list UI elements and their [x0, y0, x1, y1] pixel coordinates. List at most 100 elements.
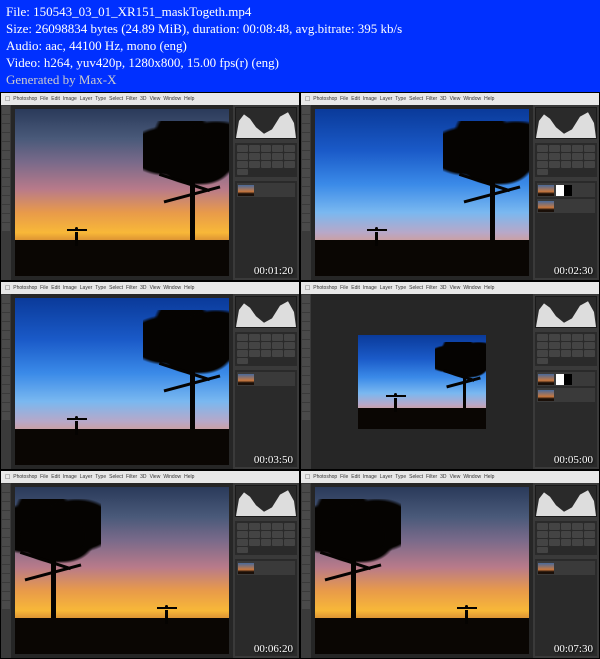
menu-item[interactable]: 3D [140, 474, 146, 480]
tool-icon[interactable] [302, 169, 310, 177]
adjustment-icon[interactable] [549, 145, 560, 152]
menu-item[interactable]: Window [463, 96, 481, 102]
adjustment-icon[interactable] [249, 523, 260, 530]
menu-item[interactable]: Select [109, 285, 123, 291]
canvas-area[interactable] [311, 105, 533, 280]
adjustment-icon[interactable] [284, 350, 295, 357]
menu-item[interactable]: File [340, 285, 348, 291]
canvas-area[interactable] [311, 483, 533, 658]
adjustment-icon[interactable] [261, 342, 272, 349]
tool-icon[interactable] [302, 331, 310, 339]
layers-panel[interactable] [235, 181, 297, 278]
adjustment-icon[interactable] [561, 531, 572, 538]
adjustment-icon[interactable] [561, 161, 572, 168]
menu-item[interactable]: Select [409, 96, 423, 102]
layer-row[interactable] [537, 561, 595, 575]
tool-icon[interactable] [2, 142, 10, 150]
tool-icon[interactable] [302, 223, 310, 231]
tool-icon[interactable] [302, 412, 310, 420]
menu-item[interactable]: Edit [51, 285, 60, 291]
adjustment-icon[interactable] [561, 523, 572, 530]
menu-item[interactable]: Window [463, 285, 481, 291]
tool-icon[interactable] [302, 511, 310, 519]
adjustment-icon[interactable] [561, 145, 572, 152]
adjustment-icon[interactable] [249, 350, 260, 357]
adjustment-icon[interactable] [537, 169, 548, 176]
adjustment-icon[interactable] [549, 350, 560, 357]
adjustment-icon[interactable] [237, 547, 248, 554]
tool-icon[interactable] [2, 295, 10, 303]
adjustment-icon[interactable] [584, 145, 595, 152]
adjustment-icon[interactable] [284, 334, 295, 341]
tool-icon[interactable] [2, 556, 10, 564]
tool-icon[interactable] [302, 538, 310, 546]
tool-icon[interactable] [2, 169, 10, 177]
tool-icon[interactable] [302, 520, 310, 528]
tool-icon[interactable] [2, 133, 10, 141]
adjustments-panel[interactable] [235, 143, 297, 177]
menu-item[interactable]: Window [463, 474, 481, 480]
tool-icon[interactable] [2, 511, 10, 519]
canvas-area[interactable] [11, 294, 233, 469]
menu-item[interactable]: Image [363, 285, 377, 291]
adjustment-icon[interactable] [261, 153, 272, 160]
adjustment-icon[interactable] [549, 161, 560, 168]
layer-row[interactable] [237, 561, 295, 575]
tool-icon[interactable] [2, 601, 10, 609]
tool-icon[interactable] [2, 187, 10, 195]
adjustment-icon[interactable] [537, 145, 548, 152]
adjustment-icon[interactable] [272, 161, 283, 168]
tool-icon[interactable] [302, 403, 310, 411]
adjustment-icon[interactable] [261, 531, 272, 538]
tool-icon[interactable] [302, 349, 310, 357]
menu-item[interactable]: Edit [351, 96, 360, 102]
tool-icon[interactable] [2, 493, 10, 501]
adjustment-icon[interactable] [272, 334, 283, 341]
adjustment-icon[interactable] [572, 153, 583, 160]
adjustment-icon[interactable] [537, 161, 548, 168]
adjustment-icon[interactable] [584, 342, 595, 349]
histogram-panel[interactable] [535, 107, 597, 139]
adjustment-icon[interactable] [237, 539, 248, 546]
adjustment-icon[interactable] [572, 334, 583, 341]
tool-icon[interactable] [2, 115, 10, 123]
menu-item[interactable]: Image [363, 474, 377, 480]
tools-panel[interactable] [1, 105, 11, 280]
adjustment-icon[interactable] [561, 350, 572, 357]
tool-icon[interactable] [2, 583, 10, 591]
menu-item[interactable]: 3D [140, 96, 146, 102]
adjustment-icon[interactable] [237, 169, 248, 176]
tool-icon[interactable] [2, 313, 10, 321]
adjustment-icon[interactable] [572, 342, 583, 349]
tool-icon[interactable] [302, 394, 310, 402]
menu-item[interactable]: Filter [426, 96, 437, 102]
adjustment-icon[interactable] [249, 342, 260, 349]
adjustment-icon[interactable] [261, 539, 272, 546]
adjustment-icon[interactable] [272, 539, 283, 546]
adjustment-icon[interactable] [584, 531, 595, 538]
tool-icon[interactable] [2, 394, 10, 402]
adjustments-panel[interactable] [535, 143, 597, 177]
menu-item[interactable]: Filter [426, 285, 437, 291]
adjustment-icon[interactable] [537, 531, 548, 538]
adjustment-icon[interactable] [284, 523, 295, 530]
tool-icon[interactable] [2, 412, 10, 420]
menu-item[interactable]: Layer [380, 96, 393, 102]
menu-item[interactable]: File [40, 474, 48, 480]
menu-item[interactable]: File [40, 96, 48, 102]
tool-icon[interactable] [2, 214, 10, 222]
adjustment-icon[interactable] [284, 539, 295, 546]
menu-item[interactable]: Layer [380, 474, 393, 480]
menu-item[interactable]: View [150, 96, 161, 102]
menu-item[interactable]: Select [109, 96, 123, 102]
tool-icon[interactable] [2, 529, 10, 537]
tool-icon[interactable] [302, 124, 310, 132]
tool-icon[interactable] [302, 133, 310, 141]
tool-icon[interactable] [2, 520, 10, 528]
tool-icon[interactable] [2, 376, 10, 384]
menu-item[interactable]: Filter [126, 474, 137, 480]
adjustment-icon[interactable] [572, 539, 583, 546]
adjustment-icon[interactable] [572, 161, 583, 168]
tools-panel[interactable] [301, 483, 311, 658]
tool-icon[interactable] [2, 178, 10, 186]
